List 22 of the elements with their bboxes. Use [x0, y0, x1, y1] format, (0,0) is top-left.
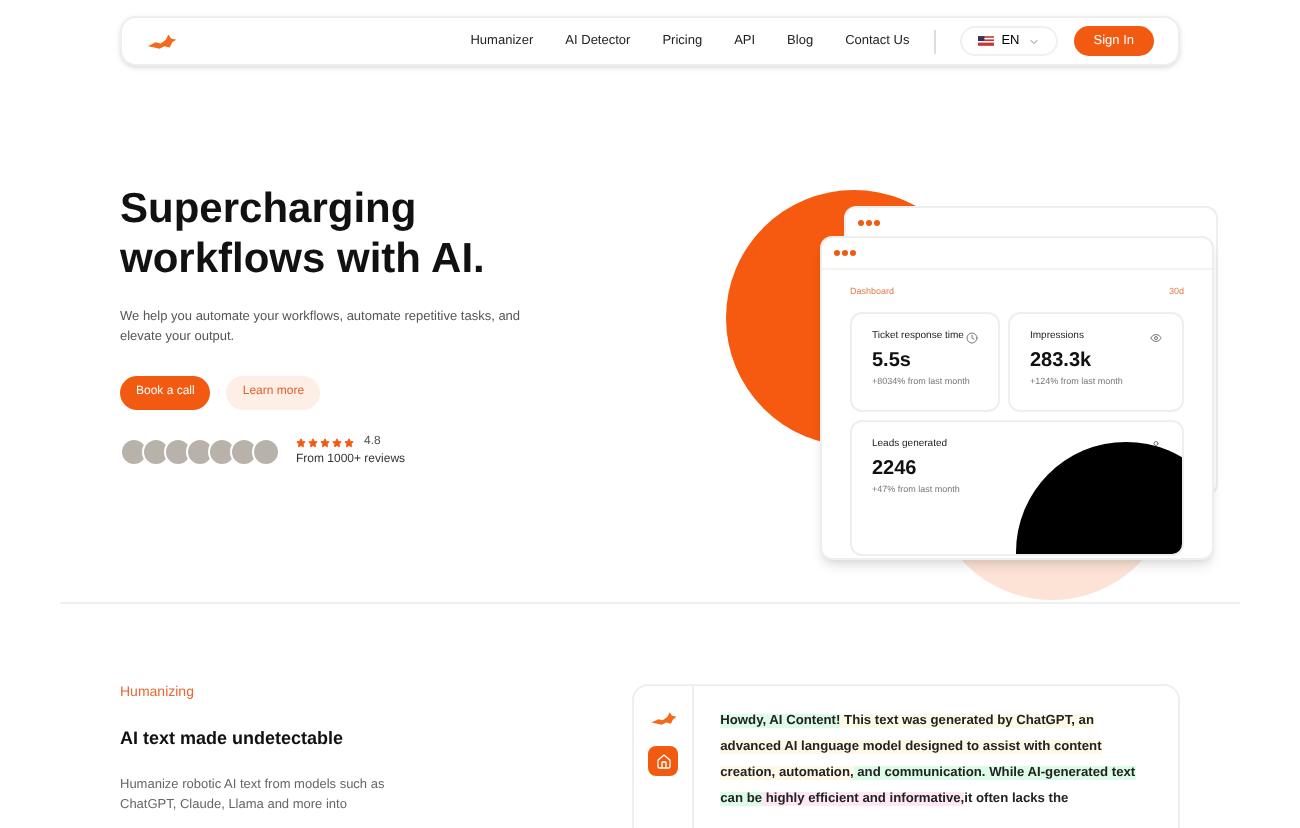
avatar: [120, 438, 148, 466]
avatar: [164, 438, 192, 466]
avatar: [252, 438, 280, 466]
hero-title: Supercharging workflows with AI.: [120, 184, 487, 284]
avatar: [230, 438, 258, 466]
caret-icon: [1027, 35, 1040, 47]
home-button[interactable]: [648, 746, 679, 776]
avatar: [186, 438, 214, 466]
window-dots-icon: [834, 250, 856, 256]
stat-value: 283.3k: [1030, 352, 1092, 373]
rabbit-logo-icon[interactable]: [146, 32, 178, 50]
eye-icon: [1150, 331, 1162, 343]
section-heading: AI text made undetectable: [120, 725, 346, 751]
flag-icon: [977, 36, 994, 46]
stat-value: 5.5s: [872, 352, 911, 373]
avatar: [208, 438, 236, 466]
rabbit-logo-icon[interactable]: [649, 710, 678, 726]
avatar: [142, 438, 170, 466]
home-icon: [655, 753, 672, 769]
window-dots-icon: [858, 220, 880, 226]
stat-value: 2246: [872, 460, 917, 481]
clock-icon: [966, 331, 978, 343]
